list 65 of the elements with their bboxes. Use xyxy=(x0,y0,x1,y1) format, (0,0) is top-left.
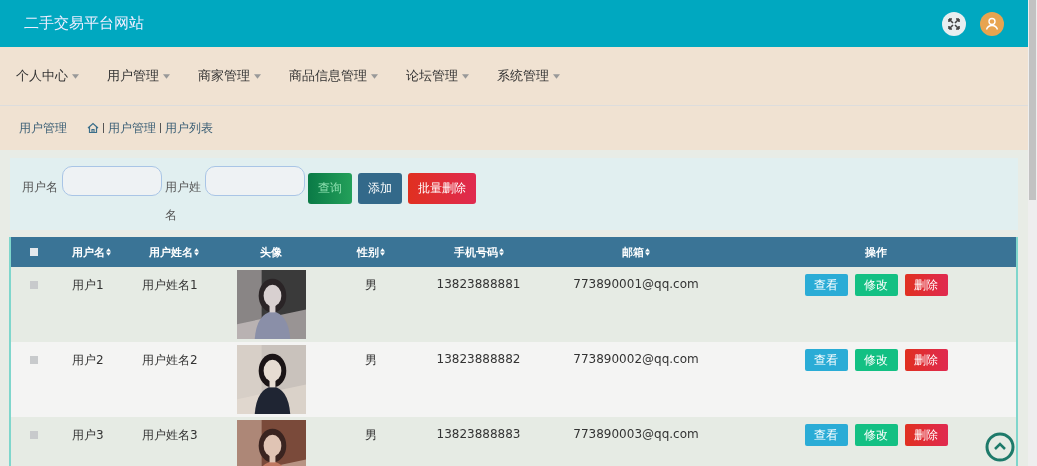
caret-icon xyxy=(553,73,560,79)
query-button[interactable]: 查询 xyxy=(308,173,352,204)
home-icon[interactable] xyxy=(87,122,99,134)
sort-icon[interactable] xyxy=(645,248,650,256)
caret-icon xyxy=(163,73,170,79)
caret-icon xyxy=(254,73,261,79)
table-cell: 13823888881 xyxy=(436,277,521,291)
column-header[interactable]: 用户名 xyxy=(71,244,111,260)
add-button[interactable]: 添加 xyxy=(358,173,402,204)
table-cell: 用户姓名2 xyxy=(142,352,198,369)
row-checkbox[interactable] xyxy=(29,281,38,289)
table-cell: 用户姓名1 xyxy=(142,277,198,294)
view-button[interactable]: 查看 xyxy=(804,349,848,371)
page-title: 用户管理 xyxy=(19,119,67,137)
caret-icon xyxy=(72,73,79,79)
view-button[interactable]: 查看 xyxy=(804,424,848,446)
avatar-icon[interactable] xyxy=(980,11,1004,36)
caret-icon xyxy=(371,73,378,79)
column-header[interactable]: 用户姓名 xyxy=(148,244,199,260)
row-checkbox[interactable] xyxy=(29,431,38,439)
nav-menu-item[interactable]: 用户管理 xyxy=(97,67,180,85)
nav-menu-item[interactable]: 商家管理 xyxy=(188,67,271,85)
table-cell: 13823888882 xyxy=(436,352,521,366)
nav-menu-item[interactable]: 个人中心 xyxy=(6,67,89,85)
table-cell: 用户1 xyxy=(72,277,104,294)
column-header[interactable]: 头像 xyxy=(260,244,282,260)
site-title: 二手交易平台网站 xyxy=(24,14,144,33)
breadcrumb-link[interactable]: 用户管理 xyxy=(108,119,156,137)
sort-icon[interactable] xyxy=(380,248,385,256)
table-cell: 用户姓名3 xyxy=(142,427,198,444)
nav-menu-item[interactable]: 系统管理 xyxy=(487,67,570,85)
input-field[interactable] xyxy=(205,166,305,196)
column-header[interactable]: 邮箱 xyxy=(622,244,650,260)
nav-menu-item[interactable]: 商品信息管理 xyxy=(279,67,388,85)
caret-icon xyxy=(462,73,469,79)
sort-icon[interactable] xyxy=(105,248,111,256)
breadcrumb-link[interactable]: 用户列表 xyxy=(165,119,213,137)
scrollbar[interactable] xyxy=(1028,0,1037,466)
table-cell: 男 xyxy=(365,277,377,294)
field-label: 用户姓名 xyxy=(165,179,202,224)
table-cell: 13823888883 xyxy=(436,427,521,441)
table-cell: 男 xyxy=(365,352,377,369)
nav-menu-item[interactable]: 论坛管理 xyxy=(396,67,479,85)
table-cell: 用户3 xyxy=(72,427,104,444)
delete-button[interactable]: 删除 xyxy=(904,349,948,371)
table-cell: 773890001@qq.com xyxy=(573,277,699,291)
row-checkbox[interactable] xyxy=(29,356,38,364)
fullscreen-icon[interactable] xyxy=(942,11,966,36)
table-cell: 用户2 xyxy=(72,352,104,369)
column-header[interactable]: 操作 xyxy=(865,244,887,260)
delete-button[interactable]: 删除 xyxy=(904,274,948,296)
delete-button[interactable]: 删除 xyxy=(904,424,948,446)
select-all-checkbox[interactable] xyxy=(29,248,38,256)
sort-icon[interactable] xyxy=(498,248,504,256)
view-button[interactable]: 查看 xyxy=(804,274,848,296)
column-header[interactable]: 手机号码 xyxy=(453,244,504,260)
sort-icon[interactable] xyxy=(193,248,199,256)
field-label: 用户名 xyxy=(22,179,59,196)
input-field[interactable] xyxy=(62,166,162,196)
delete-button[interactable]: 批量删除 xyxy=(408,173,476,204)
column-header[interactable]: 性别 xyxy=(357,244,385,260)
table-cell: 男 xyxy=(365,427,377,444)
table-cell: 773890002@qq.com xyxy=(573,352,699,366)
table-cell: 773890003@qq.com xyxy=(573,427,699,441)
back-to-top-icon[interactable] xyxy=(985,432,1015,462)
